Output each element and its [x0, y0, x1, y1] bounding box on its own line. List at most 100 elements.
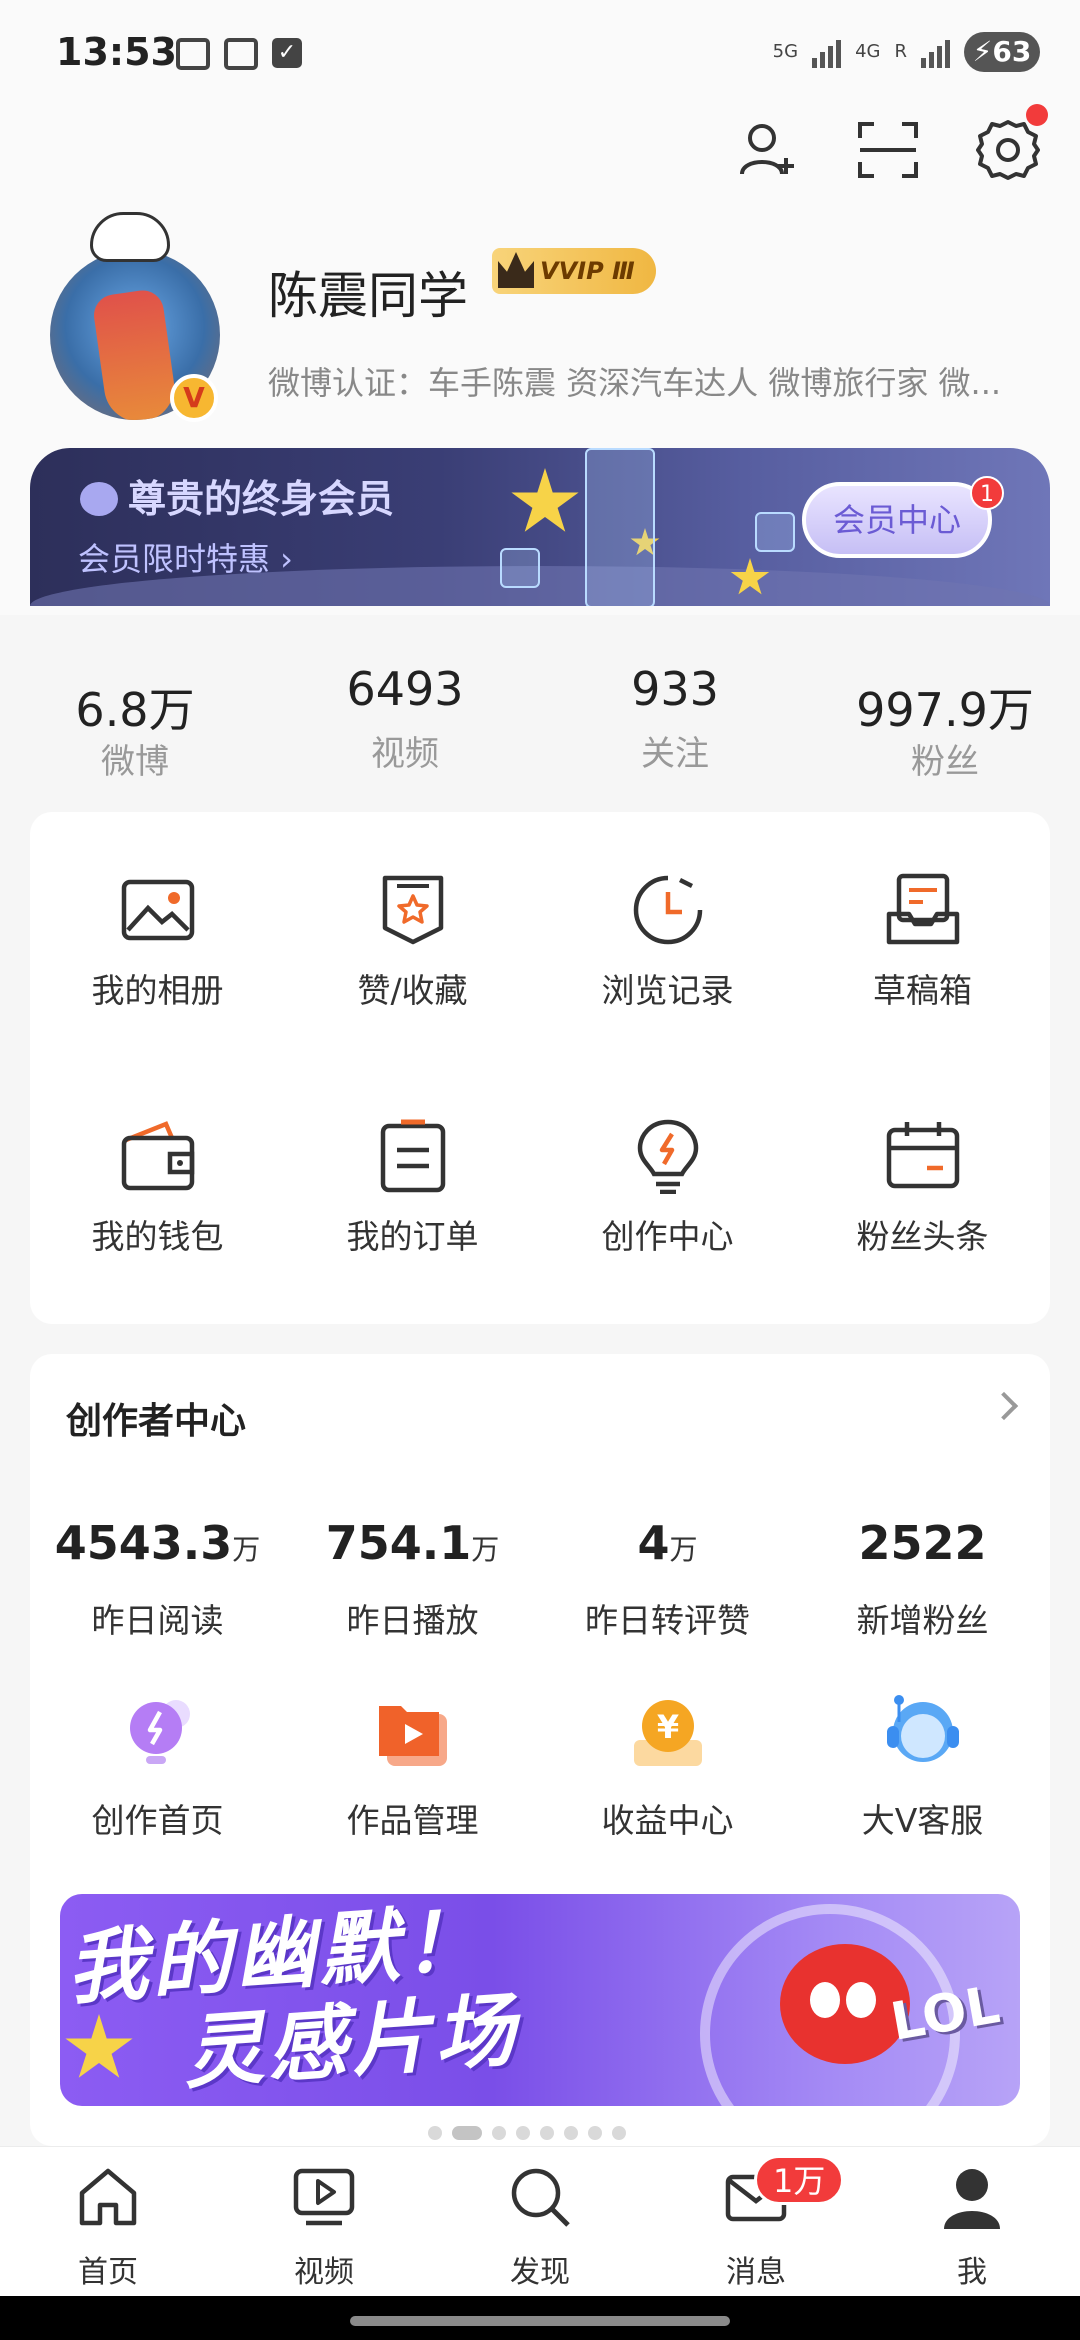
member-title: 尊贵的终身会员 — [80, 468, 394, 523]
screenshot-icon — [224, 38, 258, 70]
stat-value: 997.9万 — [856, 683, 1034, 737]
stat-fans[interactable]: 997.9万 粉丝 — [810, 648, 1080, 783]
function-orders[interactable]: 我的订单 — [285, 1068, 540, 1314]
page-dot — [428, 2126, 442, 2140]
function-wallet[interactable]: 我的钱包 — [30, 1068, 285, 1314]
screen-mirror-icon — [176, 38, 210, 70]
creator-function-income[interactable]: ¥ 收益中心 — [540, 1694, 795, 1874]
member-title-text: 尊贵的终身会员 — [128, 477, 395, 521]
function-photo-album[interactable]: 我的相册 — [30, 822, 285, 1068]
page-dot — [516, 2126, 530, 2140]
banner-page-indicator — [428, 2126, 626, 2140]
verified-badge-icon: V — [170, 374, 218, 422]
avatar-carrot-graphic — [91, 287, 179, 420]
vvip-label: VVIP Ⅲ — [540, 257, 635, 285]
scan-icon — [858, 122, 918, 178]
stat-following[interactable]: 933 关注 — [540, 648, 810, 783]
avatar[interactable]: V — [50, 212, 220, 422]
add-friend-button[interactable] — [736, 118, 800, 182]
vvip-badge[interactable]: VVIP Ⅲ — [492, 248, 656, 294]
function-label: 赞/收藏 — [357, 971, 468, 1010]
tab-label: 我 — [957, 2255, 987, 2290]
creator-center-title[interactable]: 创作者中心 — [66, 1392, 246, 1444]
creator-center-card: 创作者中心 4543.3万 昨日阅读 754.1万 昨日播放 4万 昨日转评赞 … — [30, 1354, 1050, 2146]
tab-discover[interactable]: 发现 — [432, 2147, 648, 2296]
tab-messages[interactable]: 1万 消息 — [648, 2147, 864, 2296]
header-actions — [736, 104, 1048, 182]
tab-video[interactable]: 视频 — [216, 2147, 432, 2296]
creator-stat-new-fans[interactable]: 2522 新增粉丝 — [795, 1516, 1050, 1642]
creator-stat-unit: 万 — [669, 1533, 698, 1566]
works-manage-icon — [379, 1706, 447, 1766]
member-center-button[interactable]: 会员中心 — [802, 482, 992, 558]
tab-home[interactable]: 首页 — [0, 2147, 216, 2296]
income-icon: ¥ — [634, 1700, 702, 1766]
chevron-right-icon[interactable] — [989, 1391, 1019, 1421]
me-icon — [944, 2169, 1000, 2229]
creator-stat-value: 4543.3 — [54, 1516, 233, 1570]
wallet-icon — [121, 1121, 195, 1191]
member-banner[interactable]: 尊贵的终身会员 会员限时特惠 › 会员中心 1 — [30, 448, 1050, 606]
settings-button[interactable] — [976, 104, 1048, 182]
battery-level: 63 — [992, 35, 1032, 68]
creator-stat-label: 昨日阅读 — [91, 1601, 224, 1640]
username[interactable]: 陈震同学 — [268, 256, 468, 328]
battery-indicator: ⚡63 — [964, 32, 1040, 72]
stat-label: 关注 — [641, 734, 709, 774]
function-fans-headline[interactable]: 粉丝头条 — [795, 1068, 1050, 1314]
function-history[interactable]: 浏览记录 — [540, 822, 795, 1068]
creator-stat-label: 新增粉丝 — [856, 1601, 989, 1640]
member-promo-link[interactable]: 会员限时特惠 › — [78, 534, 293, 580]
humor-banner-text: 我的幽默！ 灵感片场 — [64, 1894, 522, 2106]
creator-stat-reads[interactable]: 4543.3万 昨日阅读 — [30, 1516, 285, 1642]
page-dot — [588, 2126, 602, 2140]
creator-stat-plays[interactable]: 754.1万 昨日播放 — [285, 1516, 540, 1642]
page-dot — [540, 2126, 554, 2140]
creator-function-label: 大V客服 — [861, 1801, 984, 1840]
function-label: 我的钱包 — [91, 1217, 224, 1256]
home-indicator[interactable] — [350, 2316, 730, 2326]
network-4g-label: 4G — [855, 41, 881, 62]
creator-function-home[interactable]: 创作首页 — [30, 1694, 285, 1874]
creator-stat-value: 4 — [637, 1516, 670, 1570]
function-creation-center[interactable]: 创作中心 — [540, 1068, 795, 1314]
network-5g-label: 5G — [772, 41, 799, 62]
stat-videos[interactable]: 6493 视频 — [270, 648, 540, 783]
creator-function-works[interactable]: 作品管理 — [285, 1694, 540, 1874]
drafts-icon — [886, 873, 960, 945]
status-notification-icons: ✓ — [176, 38, 302, 70]
humor-promo-banner[interactable]: 我的幽默！ 灵感片场 LOL — [60, 1894, 1020, 2106]
stat-weibo[interactable]: 6.8万 微博 — [0, 648, 270, 783]
favorites-icon — [382, 875, 444, 945]
video-icon — [293, 2168, 355, 2226]
customer-service-icon — [887, 1695, 959, 1762]
creator-stat-engagement[interactable]: 4万 昨日转评赞 — [540, 1516, 795, 1642]
scan-button[interactable] — [856, 118, 920, 182]
settings-notification-dot — [1026, 104, 1048, 126]
function-drafts[interactable]: 草稿箱 — [795, 822, 1050, 1068]
tab-label: 消息 — [726, 2255, 786, 2290]
cube-decoration — [500, 548, 540, 588]
status-right: 5G 4G R ⚡63 — [773, 32, 1040, 72]
svg-text:¥: ¥ — [657, 1708, 679, 1746]
creator-functions: 创作首页 作品管理 ¥ 收益中心 大V客服 — [30, 1694, 1050, 1874]
tab-label: 视频 — [294, 2255, 354, 2290]
star-decoration-icon — [511, 468, 579, 532]
functions-grid: 我的相册 赞/收藏 浏览记录 草稿箱 我的钱包 我的订单 创作中心 粉丝头条 — [30, 812, 1050, 1314]
tab-me[interactable]: 我 — [864, 2147, 1080, 2296]
stat-label: 视频 — [371, 734, 439, 774]
function-favorites[interactable]: 赞/收藏 — [285, 822, 540, 1068]
function-label: 浏览记录 — [601, 971, 734, 1010]
creation-home-icon — [130, 1700, 190, 1764]
functions-card: 我的相册 赞/收藏 浏览记录 草稿箱 我的钱包 我的订单 创作中心 粉丝头条 — [30, 812, 1050, 1324]
status-time: 13:53 — [56, 30, 177, 74]
verification-text[interactable]: 微博认证：车手陈震 资深汽车达人 微博旅行家 微... — [268, 358, 1048, 404]
function-label: 我的相册 — [91, 971, 224, 1010]
stat-label: 粉丝 — [911, 742, 979, 782]
stat-value: 6.8万 — [75, 683, 195, 737]
history-icon — [633, 875, 703, 945]
creator-function-service[interactable]: 大V客服 — [795, 1694, 1050, 1874]
page-dot — [612, 2126, 626, 2140]
creator-stat-unit: 万 — [471, 1533, 500, 1566]
orders-icon — [380, 1119, 446, 1193]
